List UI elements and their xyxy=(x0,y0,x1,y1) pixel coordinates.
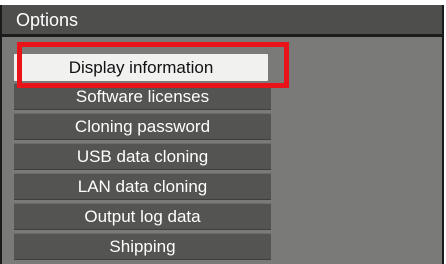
menu-item-usb-data-cloning[interactable]: USB data cloning xyxy=(14,143,271,170)
menu-item-output-log-data[interactable]: Output log data xyxy=(14,203,271,230)
window-title: Options xyxy=(16,10,79,30)
menu-item-software-licenses[interactable]: Software licenses xyxy=(14,83,271,110)
menu-item-display-information[interactable]: Display information xyxy=(14,54,268,81)
window-titlebar: Options xyxy=(2,5,442,37)
menu-item-cloning-password[interactable]: Cloning password xyxy=(14,113,271,140)
menu-item-shipping[interactable]: Shipping xyxy=(14,233,271,260)
detail-pane xyxy=(287,37,442,264)
menu-item-lan-data-cloning[interactable]: LAN data cloning xyxy=(14,173,271,200)
